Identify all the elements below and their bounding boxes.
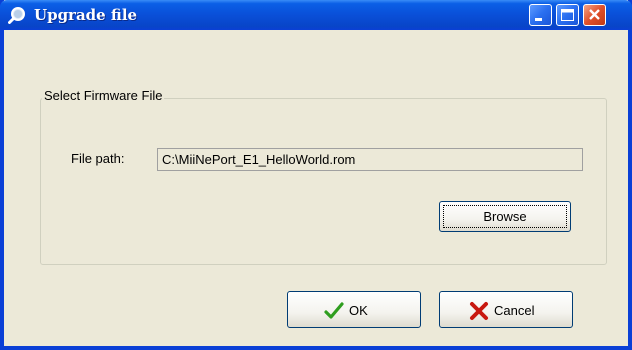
firmware-groupbox	[40, 98, 607, 265]
cancel-button-label: Cancel	[494, 303, 535, 318]
ok-button[interactable]: OK	[287, 291, 421, 328]
browse-button-label: Browse	[483, 209, 527, 224]
checkmark-icon	[324, 301, 344, 321]
browse-button[interactable]: Browse	[439, 201, 571, 232]
x-icon	[469, 301, 489, 321]
magnifier-icon	[8, 6, 26, 24]
ok-button-label: OK	[349, 303, 368, 318]
window-title: Upgrade file	[34, 6, 138, 24]
file-path-field[interactable]: C:\MiiNePort_E1_HelloWorld.rom	[157, 148, 583, 171]
close-button[interactable]	[583, 4, 606, 26]
maximize-icon	[561, 9, 574, 21]
groupbox-title: Select Firmware File	[42, 88, 165, 103]
cancel-button[interactable]: Cancel	[439, 291, 573, 328]
file-path-label: File path:	[71, 151, 125, 166]
close-icon	[589, 9, 600, 20]
upgrade-file-dialog: Upgrade file Select Firmware File File p…	[0, 0, 632, 350]
minimize-icon	[535, 18, 542, 21]
maximize-button[interactable]	[556, 4, 579, 26]
minimize-button[interactable]	[529, 4, 552, 26]
title-bar[interactable]: Upgrade file	[0, 0, 632, 30]
